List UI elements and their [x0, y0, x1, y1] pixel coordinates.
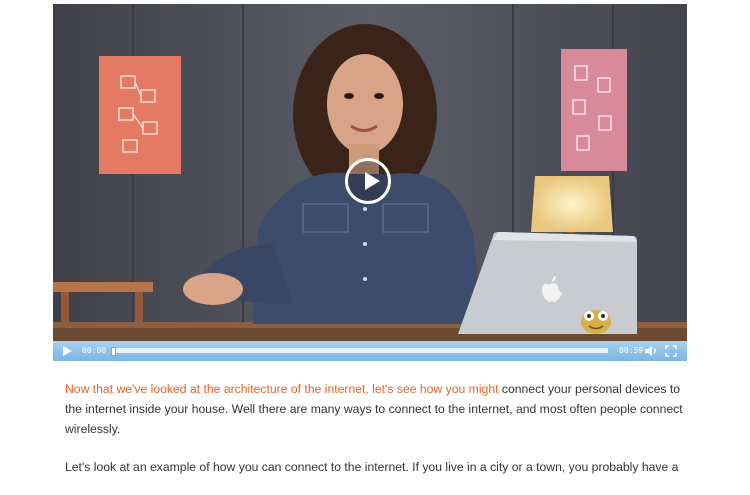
- highlighted-text: Now that we've looked at the architectur…: [65, 382, 499, 396]
- speaker-icon[interactable]: [644, 345, 658, 357]
- duration: 00:59: [619, 346, 644, 355]
- paragraph-1: Now that we've looked at the architectur…: [65, 379, 695, 439]
- seek-bar[interactable]: [111, 347, 608, 356]
- current-time: 00:00: [82, 346, 107, 355]
- paragraph-2: Let's look at an example of how you can …: [65, 460, 679, 474]
- video-player[interactable]: 00:00 00:59: [53, 4, 687, 361]
- fullscreen-icon[interactable]: [665, 345, 677, 357]
- big-play-button[interactable]: [345, 158, 391, 204]
- frog-logo-icon: [581, 310, 611, 334]
- article-body: Now that we've looked at the architectur…: [65, 379, 695, 495]
- seek-thumb[interactable]: [111, 347, 116, 356]
- video-controls: 00:00 00:59: [53, 341, 687, 361]
- play-icon[interactable]: [63, 346, 72, 356]
